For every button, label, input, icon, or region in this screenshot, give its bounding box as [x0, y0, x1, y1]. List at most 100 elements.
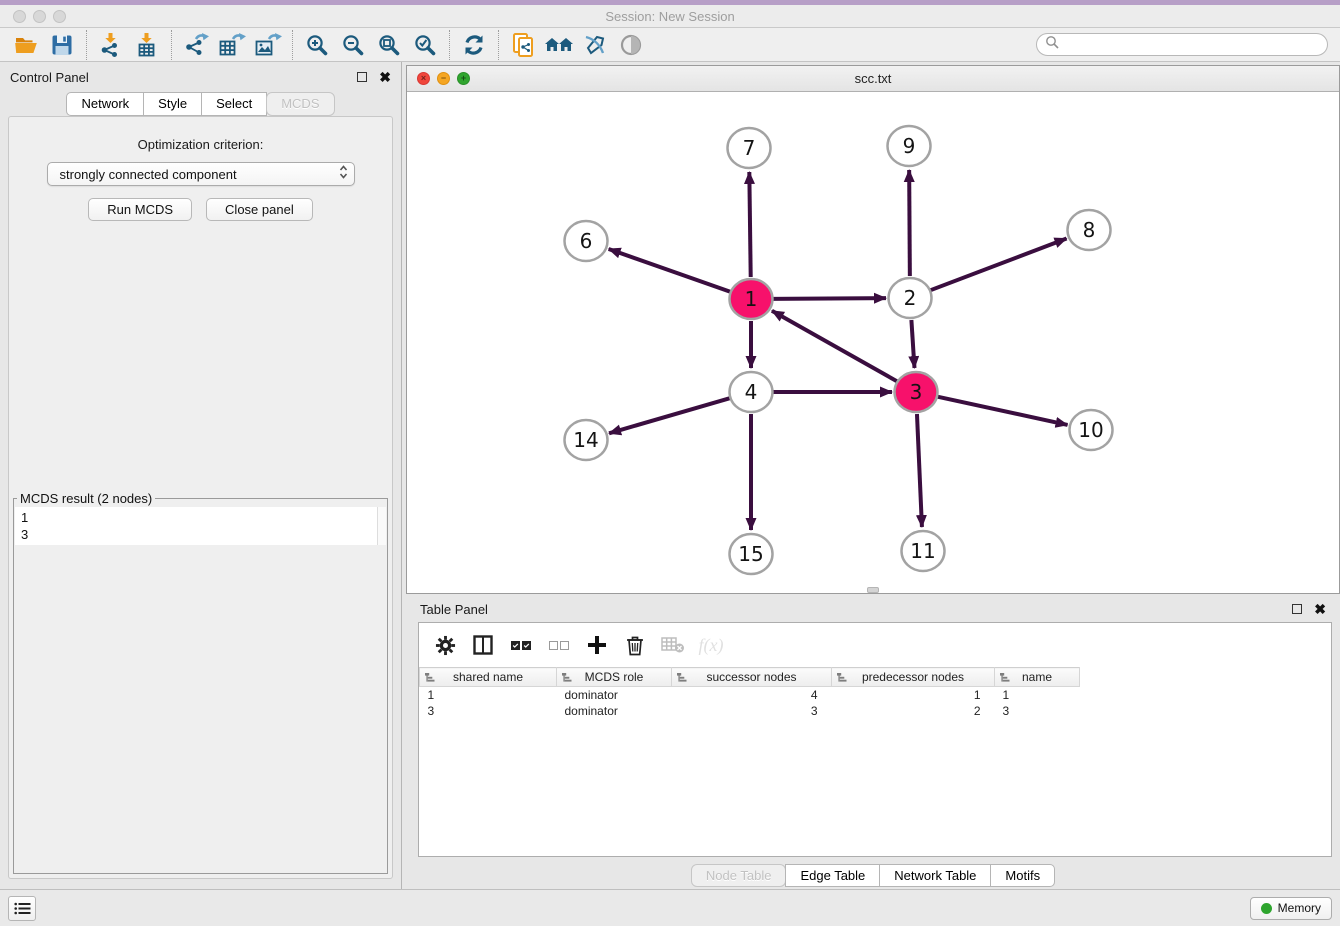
- mcds-result-area[interactable]: 1 3: [15, 507, 386, 545]
- table-cell[interactable]: dominator: [557, 703, 672, 719]
- edge-3-1[interactable]: [772, 311, 897, 381]
- task-history-button[interactable]: [8, 896, 36, 921]
- node-table[interactable]: shared name MCDS rolesuccessor nodes prede…: [419, 667, 1331, 719]
- column-header-successor-nodes[interactable]: successor nodes: [672, 668, 832, 687]
- edge-1-2[interactable]: [773, 298, 886, 299]
- table-float-panel-icon[interactable]: [1292, 604, 1302, 614]
- table-panel-tabs: Node TableEdge TableNetwork TableMotifs: [406, 864, 1340, 887]
- memory-button[interactable]: Memory: [1250, 897, 1332, 920]
- edge-3-10[interactable]: [937, 397, 1067, 425]
- column-header-label: name: [999, 670, 1075, 684]
- import-network-icon[interactable]: [93, 29, 129, 61]
- tab-node-table[interactable]: Node Table: [691, 864, 787, 887]
- table-close-panel-icon[interactable]: ✖: [1314, 602, 1326, 616]
- import-table-icon[interactable]: [129, 29, 165, 61]
- table-panel-title: Table Panel: [420, 602, 488, 617]
- search-input[interactable]: [1064, 37, 1319, 52]
- clone-network-icon[interactable]: [505, 29, 541, 61]
- edge-2-8[interactable]: [931, 239, 1067, 291]
- dropdown-stepper-icon: [339, 164, 348, 185]
- search-field[interactable]: [1036, 33, 1328, 56]
- main-area: Control Panel ✖ NetworkStyleSelectMCDS O…: [0, 62, 1340, 889]
- edge-1-6[interactable]: [609, 249, 731, 292]
- network-canvas[interactable]: 1234678910111415: [407, 92, 1339, 593]
- table-cell[interactable]: dominator: [557, 687, 672, 703]
- run-mcds-button[interactable]: Run MCDS: [88, 198, 192, 221]
- export-table-icon[interactable]: [214, 29, 250, 61]
- mcds-result-lines: 1 3: [15, 507, 386, 545]
- show-hide-panel-icon[interactable]: [613, 29, 649, 61]
- edge-3-11[interactable]: [917, 414, 922, 527]
- table-row[interactable]: 1dominator411: [420, 687, 1332, 703]
- table-cell[interactable]: 3: [672, 703, 832, 719]
- criterion-dropdown[interactable]: strongly connected component: [47, 162, 355, 186]
- toolbar-separator: [292, 30, 293, 60]
- column-header-shared-name[interactable]: shared name: [420, 668, 557, 687]
- edge-2-9[interactable]: [909, 170, 910, 276]
- table-cell[interactable]: 1: [420, 687, 557, 703]
- node-label-8: 8: [1083, 218, 1096, 242]
- cybrowser-home-icon[interactable]: [541, 29, 577, 61]
- close-panel-icon[interactable]: ✖: [379, 70, 391, 84]
- tab-style[interactable]: Style: [143, 92, 202, 116]
- column-header-label: predecessor nodes: [836, 670, 990, 684]
- column-header-name[interactable]: name: [995, 668, 1080, 687]
- node-label-6: 6: [580, 229, 593, 253]
- export-image-icon[interactable]: [250, 29, 286, 61]
- network-window-titlebar[interactable]: × − + scc.txt: [407, 66, 1339, 92]
- table-cell[interactable]: 3: [420, 703, 557, 719]
- result-scrollbar[interactable]: [377, 507, 386, 545]
- search-icon: [1045, 35, 1059, 54]
- edge-1-7[interactable]: [749, 172, 750, 277]
- sort-column-icon: [1000, 672, 1010, 686]
- column-header-MCDS-role[interactable]: MCDS role: [557, 668, 672, 687]
- memory-status-icon: [1261, 903, 1272, 914]
- refresh-icon[interactable]: [456, 29, 492, 61]
- edge-4-14[interactable]: [609, 398, 730, 433]
- node-label-9: 9: [903, 134, 916, 158]
- export-network-icon[interactable]: [178, 29, 214, 61]
- close-panel-button[interactable]: Close panel: [206, 198, 313, 221]
- node-table-body[interactable]: 1dominator4113dominator323: [420, 687, 1332, 719]
- hide-labels-icon[interactable]: [577, 29, 613, 61]
- memory-label: Memory: [1278, 901, 1321, 915]
- workspace-column: × − + scc.txt 1234678910111415 Table Pan…: [402, 62, 1340, 889]
- table-cell[interactable]: 3: [995, 703, 1080, 719]
- deselect-all-icon[interactable]: [547, 633, 571, 657]
- float-panel-icon[interactable]: [357, 72, 367, 82]
- edge-2-3[interactable]: [911, 320, 914, 368]
- save-session-icon[interactable]: [44, 29, 80, 61]
- table-cell[interactable]: 1: [832, 687, 995, 703]
- table-cell[interactable]: 4: [672, 687, 832, 703]
- delete-column-icon[interactable]: [623, 633, 647, 657]
- tab-motifs[interactable]: Motifs: [990, 864, 1055, 887]
- create-column-icon[interactable]: [585, 633, 609, 657]
- canvas-splitter-knob[interactable]: [867, 587, 879, 593]
- show-column-panel-icon[interactable]: [471, 633, 495, 657]
- column-header-predecessor-nodes[interactable]: predecessor nodes: [832, 668, 995, 687]
- status-bar: Memory: [0, 889, 1340, 926]
- tab-select[interactable]: Select: [201, 92, 267, 116]
- table-row[interactable]: 3dominator323: [420, 703, 1332, 719]
- node-table-container: f(x) shared nameMCDS rolesuccessor nodes…: [418, 622, 1332, 857]
- open-session-icon[interactable]: [8, 29, 44, 61]
- zoom-out-icon[interactable]: [335, 29, 371, 61]
- zoom-selected-icon[interactable]: [407, 29, 443, 61]
- node-table-header[interactable]: shared name MCDS rolesuccessor nodes prede…: [420, 668, 1332, 687]
- node-label-14: 14: [573, 428, 598, 452]
- zoom-in-icon[interactable]: [299, 29, 335, 61]
- tab-network[interactable]: Network: [66, 92, 144, 116]
- tab-edge-table[interactable]: Edge Table: [785, 864, 880, 887]
- column-header-label: shared name: [424, 670, 552, 684]
- zoom-fit-icon[interactable]: [371, 29, 407, 61]
- select-all-icon[interactable]: [509, 633, 533, 657]
- node-label-2: 2: [904, 286, 917, 310]
- toolbar-separator: [498, 30, 499, 60]
- tab-mcds[interactable]: MCDS: [266, 92, 334, 116]
- table-settings-gear-icon[interactable]: [433, 633, 457, 657]
- network-graph[interactable]: 1234678910111415: [407, 92, 1337, 592]
- tab-network-table[interactable]: Network Table: [879, 864, 991, 887]
- optimization-criterion-label: Optimization criterion:: [9, 137, 392, 152]
- table-cell[interactable]: 1: [995, 687, 1080, 703]
- table-cell[interactable]: 2: [832, 703, 995, 719]
